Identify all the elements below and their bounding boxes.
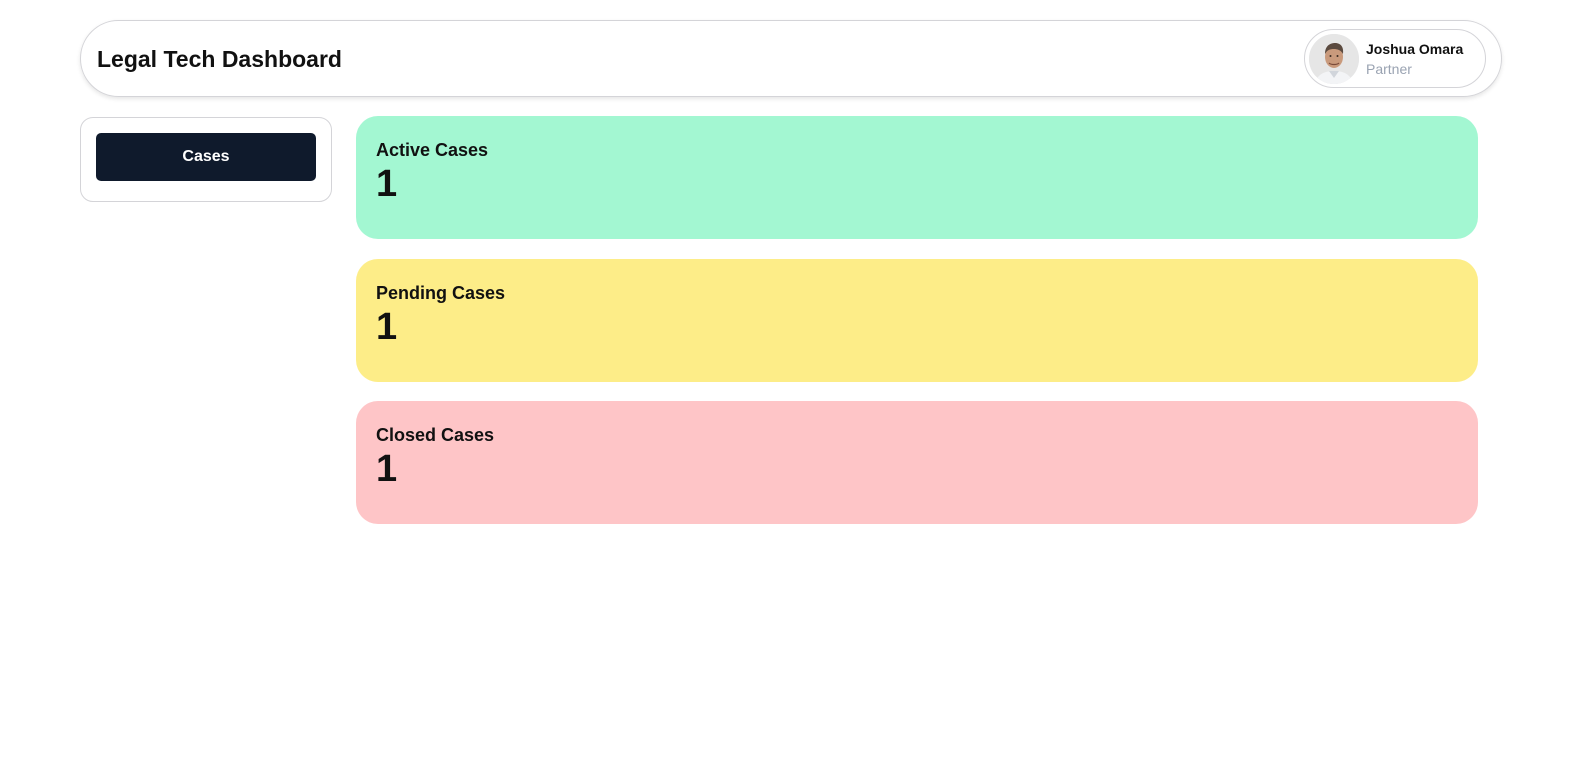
sidebar-item-label: Cases: [182, 148, 230, 165]
avatar[interactable]: [1309, 34, 1359, 84]
sidebar: Cases: [80, 117, 332, 202]
page-title: Legal Tech Dashboard: [97, 46, 342, 72]
card-label: Closed Cases: [376, 425, 495, 445]
app-header: Legal Tech Dashboard Joshua Omara Partne…: [80, 20, 1502, 97]
user-role: Partner: [1366, 61, 1412, 77]
user-profile-chip[interactable]: Joshua Omara Partner: [1304, 29, 1486, 88]
sidebar-item-cases[interactable]: Cases: [96, 133, 316, 181]
closed-cases-card: Closed Cases 1: [356, 401, 1478, 524]
card-value: 1: [376, 306, 398, 348]
card-value: 1: [376, 163, 398, 205]
pending-cases-card: Pending Cases 1: [356, 259, 1478, 382]
active-cases-card: Active Cases 1: [356, 116, 1478, 239]
user-avatar-icon: [1309, 34, 1359, 84]
card-label: Pending Cases: [376, 283, 506, 303]
card-label: Active Cases: [376, 140, 489, 160]
user-name: Joshua Omara: [1366, 41, 1464, 57]
card-value: 1: [376, 448, 398, 490]
